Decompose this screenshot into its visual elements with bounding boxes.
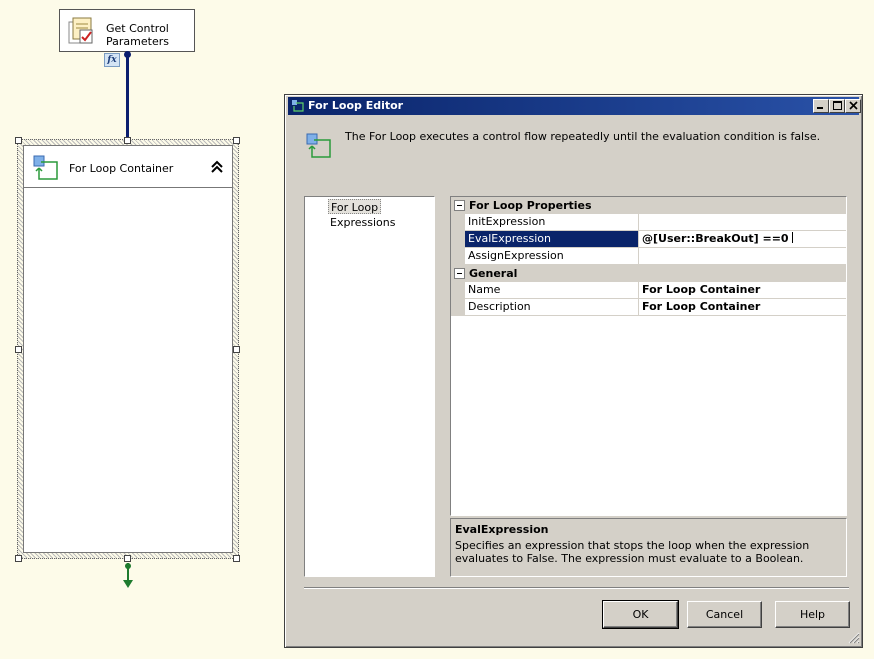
cancel-button[interactable]: Cancel [687, 601, 762, 628]
resize-handle-top[interactable] [124, 137, 131, 144]
row-gutter [451, 299, 465, 316]
maximize-icon [832, 101, 842, 110]
script-task-icon [68, 17, 93, 44]
fx-expression-icon[interactable]: fx [104, 53, 120, 67]
property-row-initexpression[interactable]: InitExpression [451, 214, 846, 231]
category-general[interactable]: General [451, 265, 846, 282]
row-gutter [451, 248, 465, 265]
row-gutter [451, 282, 465, 299]
property-value-input[interactable] [642, 214, 845, 230]
for-loop-container[interactable]: For Loop Container [23, 145, 233, 553]
for-loop-icon [33, 155, 58, 180]
row-gutter [451, 231, 465, 248]
resize-handle-bottom[interactable] [124, 555, 131, 562]
dialog-separator [304, 587, 849, 589]
resize-grip-icon[interactable] [846, 630, 860, 644]
eval-expression-text: @[User::BreakOut] ==0 [642, 232, 789, 245]
property-name: AssignExpression [465, 248, 639, 264]
property-grid[interactable]: For Loop Properties InitExpression EvalE… [450, 196, 847, 516]
collapse-minus-icon[interactable] [454, 268, 465, 279]
property-name: InitExpression [465, 214, 639, 230]
property-row-evalexpression[interactable]: EvalExpression @[User::BreakOut] ==0 [451, 231, 846, 248]
task-label-line1: Get Control [106, 22, 169, 35]
container-header[interactable]: For Loop Container [24, 146, 232, 188]
property-value-input[interactable]: @[User::BreakOut] ==0 [642, 231, 845, 247]
resize-handle-left[interactable] [15, 346, 22, 353]
for-loop-header-icon [306, 133, 331, 158]
row-gutter [451, 214, 465, 231]
resize-handle-bottom-right[interactable] [233, 555, 240, 562]
close-button[interactable] [845, 99, 861, 113]
for-loop-icon [292, 100, 304, 112]
property-description-panel: EvalExpression Specifies an expression t… [450, 518, 847, 577]
resize-handle-top-right[interactable] [233, 137, 240, 144]
nav-item-expressions[interactable]: Expressions [328, 215, 397, 230]
get-control-parameters-task[interactable]: Get Control Parameters [59, 9, 195, 52]
maximize-button[interactable] [829, 99, 845, 113]
property-value-input[interactable] [642, 248, 845, 264]
property-name: EvalExpression [465, 231, 639, 247]
dialog-header-description: The For Loop executes a control flow rep… [345, 130, 821, 143]
category-label: General [469, 267, 518, 280]
close-icon [848, 101, 858, 110]
dialog-title: For Loop Editor [308, 99, 404, 112]
task-label-line2: Parameters [106, 35, 169, 48]
minimize-button[interactable] [813, 99, 829, 113]
collapse-chevron-icon[interactable] [210, 159, 224, 175]
property-name: Description [465, 299, 639, 315]
collapse-minus-icon[interactable] [454, 200, 465, 211]
precedence-constraint-connector[interactable] [126, 54, 129, 142]
dialog-titlebar[interactable]: For Loop Editor [288, 97, 861, 115]
text-caret [791, 232, 793, 243]
property-name: Name [465, 282, 639, 298]
ok-button[interactable]: OK [602, 600, 679, 629]
category-for-loop-properties[interactable]: For Loop Properties [451, 197, 846, 214]
category-label: For Loop Properties [469, 199, 592, 212]
property-value-input[interactable]: For Loop Container [642, 299, 845, 315]
description-title: EvalExpression [455, 523, 549, 536]
help-button[interactable]: Help [775, 601, 850, 628]
resize-handle-top-left[interactable] [15, 137, 22, 144]
property-row-name[interactable]: Name For Loop Container [451, 282, 846, 299]
green-arrow-icon[interactable] [121, 563, 135, 589]
description-text: Specifies an expression that stops the l… [455, 539, 810, 565]
nav-item-for-loop[interactable]: For Loop [328, 199, 382, 214]
property-row-description[interactable]: Description For Loop Container [451, 299, 846, 316]
container-title: For Loop Container [69, 162, 174, 175]
resize-handle-right[interactable] [233, 346, 240, 353]
resize-handle-bottom-left[interactable] [15, 555, 22, 562]
minimize-icon [817, 107, 823, 109]
task-label: Get Control Parameters [106, 22, 169, 48]
property-value-input[interactable]: For Loop Container [642, 282, 845, 298]
property-row-assignexpression[interactable]: AssignExpression [451, 248, 846, 265]
editor-nav-list[interactable]: For Loop Expressions [304, 196, 435, 577]
